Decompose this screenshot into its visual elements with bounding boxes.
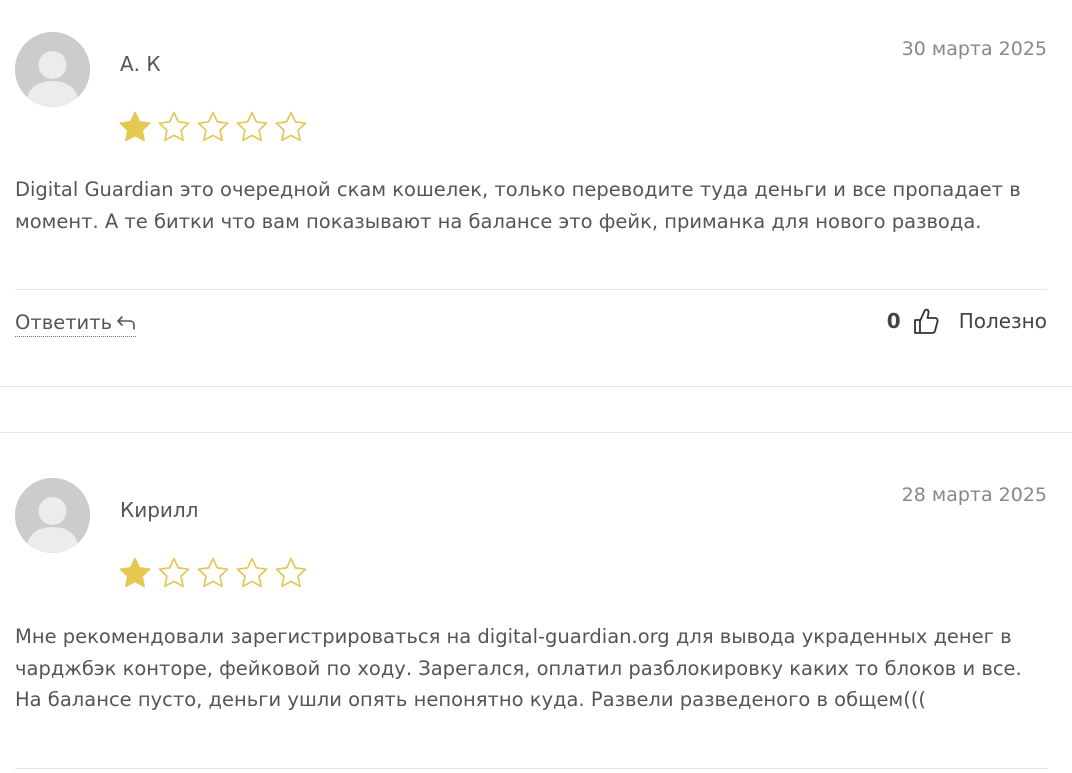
star-filled-icon [118, 556, 152, 590]
rating-stars [118, 556, 308, 590]
star-filled-icon [118, 110, 152, 144]
review-card: Кирилл 28 марта 2025 Мне рекомендовали з… [0, 432, 1072, 773]
review-card: А. К 30 марта 2025 Digital Guardian это … [0, 0, 1072, 387]
helpful-button[interactable]: Полезно [959, 309, 1047, 333]
star-empty-icon [157, 110, 191, 144]
review-date: 28 марта 2025 [901, 484, 1047, 506]
star-empty-icon [235, 110, 269, 144]
star-empty-icon [274, 556, 308, 590]
review-date: 30 марта 2025 [901, 38, 1047, 60]
user-avatar-icon [15, 478, 90, 553]
review-actions: Ответить 0 Полезно [15, 289, 1047, 342]
review-text: Digital Guardian это очередной скам коше… [15, 178, 1021, 233]
helpful-group: 0 Полезно [887, 307, 1047, 335]
reply-link[interactable]: Ответить [15, 311, 137, 337]
reply-label: Ответить [15, 311, 113, 334]
review-author: А. К [120, 52, 161, 76]
star-empty-icon [196, 110, 230, 144]
star-empty-icon [157, 556, 191, 590]
divider [15, 768, 1047, 769]
star-empty-icon [274, 110, 308, 144]
reply-arrow-icon [116, 315, 136, 331]
user-avatar-icon [15, 32, 90, 107]
thumbs-up-icon[interactable] [913, 307, 939, 335]
review-text: Мне рекомендовали зарегистрироваться на … [15, 625, 1022, 711]
likes-count: 0 [886, 309, 901, 333]
rating-stars [118, 110, 308, 144]
review-author: Кирилл [120, 498, 199, 522]
star-empty-icon [196, 556, 230, 590]
star-empty-icon [235, 556, 269, 590]
